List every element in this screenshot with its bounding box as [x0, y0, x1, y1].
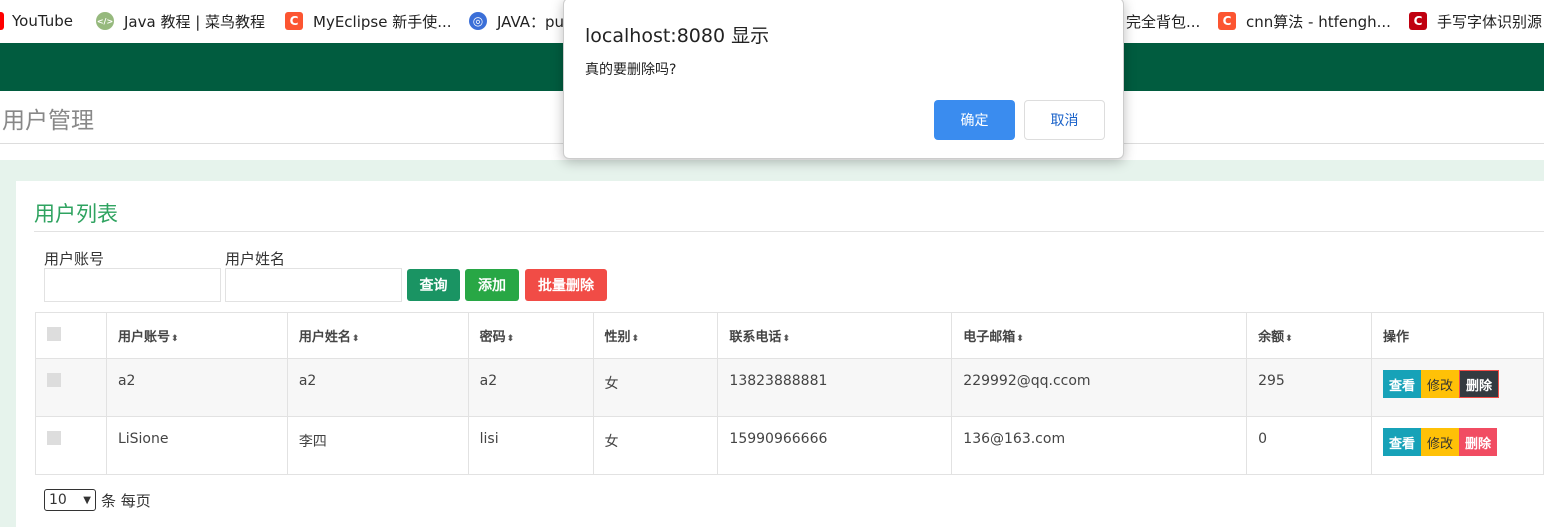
delete-button[interactable]: 删除	[1459, 428, 1498, 456]
cell-balance: 0	[1246, 416, 1373, 475]
dialog-message: 真的要删除吗?	[585, 62, 677, 78]
query-button[interactable]: 查询	[407, 269, 460, 301]
sort-icon: ⬍	[170, 334, 179, 344]
dialog-ok-button[interactable]: 确定	[934, 100, 1015, 140]
cell-phone: 15990966666	[717, 416, 953, 475]
cell-actions: 查看 修改 删除	[1371, 416, 1544, 475]
globe-icon: ◎	[469, 12, 487, 30]
cell-actions: 查看 修改 删除	[1371, 358, 1544, 417]
col-password[interactable]: 密码⬍	[467, 312, 594, 359]
sort-icon: ⬍	[351, 334, 360, 344]
runoob-icon: </>	[96, 12, 114, 30]
youtube-icon	[0, 12, 4, 30]
batch-delete-button[interactable]: 批量删除	[525, 269, 607, 301]
col-email[interactable]: 电子邮箱⬍	[951, 312, 1248, 359]
c-icon: C	[1409, 12, 1427, 30]
sort-icon: ⬍	[782, 334, 790, 344]
bookmark-label: cnn算法 - htfengh...	[1246, 12, 1391, 31]
bookmark-label: Java 教程 | 菜鸟教程	[124, 12, 266, 31]
col-account[interactable]: 用户账号⬍	[105, 312, 288, 359]
select-all-cell	[35, 312, 107, 359]
bookmark-java[interactable]: ◎ JAVA：pu	[469, 10, 564, 32]
table-header-row: 用户账号⬍ 用户姓名⬍ 密码⬍ 性别⬍ 联系电话⬍ 电子邮箱⬍ 余额⬍ 操作	[35, 312, 1544, 359]
bookmark-youtube[interactable]: YouTube	[0, 10, 73, 32]
edit-button[interactable]: 修改	[1421, 428, 1460, 456]
bookmark-cnn[interactable]: C cnn算法 - htfengh...	[1218, 10, 1391, 32]
sort-icon: ⬍	[631, 334, 640, 344]
sort-icon: ⬍	[1016, 334, 1024, 344]
cell-email: 229992@qq.ccom	[951, 358, 1248, 417]
bookmark-label: 完全背包...	[1126, 12, 1201, 31]
bookmark-label: 手写字体识别源	[1437, 12, 1543, 31]
view-button[interactable]: 查看	[1383, 370, 1422, 398]
sort-icon: ⬍	[506, 334, 515, 344]
cell-gender: 女	[592, 358, 719, 417]
dialog-title: localhost:8080 显示	[585, 25, 770, 47]
table-row: LiSione 李四 lisi 女 15990966666 136@163.co…	[35, 416, 1544, 475]
bookmark-knapsack[interactable]: 完全背包...	[1126, 10, 1200, 32]
table-row: a2 a2 a2 女 13823888881 229992@qq.ccom 29…	[35, 358, 1544, 417]
account-filter-label: 用户账号	[44, 250, 105, 268]
page-size-control: 10 ▼ 条 每页	[44, 489, 151, 511]
cell-password: a2	[467, 358, 594, 417]
select-all-checkbox[interactable]	[47, 326, 61, 341]
view-button[interactable]: 查看	[1383, 428, 1422, 456]
cell-name: 李四	[286, 416, 469, 475]
bookmark-label: JAVA：pu	[497, 12, 565, 31]
add-button[interactable]: 添加	[465, 269, 519, 301]
row-checkbox[interactable]	[47, 373, 61, 387]
dialog-cancel-button[interactable]: 取消	[1024, 100, 1105, 140]
confirm-dialog: localhost:8080 显示 真的要删除吗? 确定 取消	[563, 0, 1124, 159]
edit-button[interactable]: 修改	[1421, 370, 1460, 398]
row-select-cell	[35, 416, 107, 475]
cell-account: a2	[105, 358, 288, 417]
page-size-label: 条 每页	[101, 491, 151, 510]
cell-balance: 295	[1246, 358, 1373, 417]
name-filter-input[interactable]	[225, 268, 402, 302]
bookmark-runoob[interactable]: </> Java 教程 | 菜鸟教程	[96, 10, 265, 32]
cell-gender: 女	[592, 416, 719, 475]
name-filter-label: 用户姓名	[225, 250, 286, 268]
delete-button[interactable]: 删除	[1459, 370, 1500, 398]
cell-account: LiSione	[105, 416, 288, 475]
col-balance[interactable]: 余额⬍	[1246, 312, 1373, 359]
page-size-select[interactable]: 10 ▼	[44, 489, 96, 511]
sort-icon: ⬍	[1285, 334, 1293, 344]
cell-password: lisi	[467, 416, 594, 475]
csdn-icon: C	[285, 12, 303, 30]
col-name[interactable]: 用户姓名⬍	[286, 312, 469, 359]
csdn-icon: C	[1218, 12, 1236, 30]
col-actions: 操作	[1371, 312, 1544, 359]
bookmark-handwriting[interactable]: C 手写字体识别源	[1409, 10, 1542, 32]
row-select-cell	[35, 358, 107, 417]
col-gender[interactable]: 性别⬍	[592, 312, 719, 359]
bookmark-label: YouTube	[12, 12, 73, 30]
col-phone[interactable]: 联系电话⬍	[717, 312, 953, 359]
user-list-panel: 用户列表 用户账号 用户姓名 查询 添加 批量删除 用户账号⬍ 用户姓名⬍ 密码…	[16, 181, 1544, 527]
bookmark-label: MyEclipse 新手使...	[313, 12, 452, 31]
panel-title: 用户列表	[34, 202, 118, 226]
user-table: 用户账号⬍ 用户姓名⬍ 密码⬍ 性别⬍ 联系电话⬍ 电子邮箱⬍ 余额⬍ 操作 a…	[35, 312, 1544, 475]
cell-name: a2	[286, 358, 469, 417]
cell-email: 136@163.com	[951, 416, 1248, 475]
bookmark-myeclipse[interactable]: C MyEclipse 新手使...	[285, 10, 452, 32]
page-title: 用户管理	[2, 108, 94, 134]
row-checkbox[interactable]	[47, 431, 61, 445]
account-filter-input[interactable]	[44, 268, 221, 302]
cell-phone: 13823888881	[717, 358, 953, 417]
chevron-down-icon: ▼	[83, 494, 91, 506]
panel-divider	[34, 231, 1544, 232]
